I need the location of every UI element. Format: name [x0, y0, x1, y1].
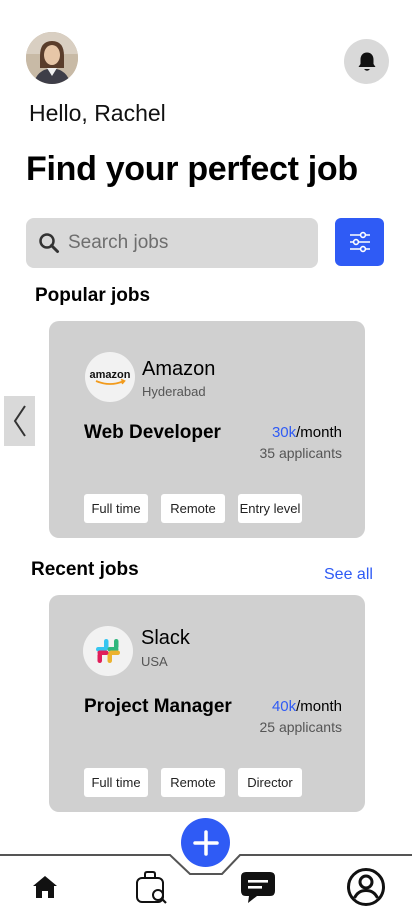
tag-level: Entry level	[238, 494, 302, 523]
salary-period: /month	[296, 424, 342, 441]
avatar[interactable]	[26, 32, 78, 84]
tab-job-search[interactable]	[130, 866, 172, 908]
applicant-count: 35 applicants	[259, 445, 342, 461]
chat-icon	[241, 872, 275, 903]
previous-button[interactable]	[4, 396, 35, 446]
tab-profile[interactable]	[345, 866, 387, 908]
recent-job-card[interactable]: Slack USA Project Manager 40k/month 25 a…	[49, 595, 365, 812]
chevron-left-icon	[13, 405, 26, 437]
company-name: Amazon	[142, 358, 216, 380]
filter-button[interactable]	[335, 218, 384, 266]
salary: 40k/month	[272, 698, 342, 715]
sliders-icon	[349, 231, 370, 253]
tag-job-type: Full time	[84, 768, 148, 797]
job-location: Hyderabad	[142, 384, 206, 399]
job-title: Web Developer	[84, 422, 221, 443]
add-button[interactable]	[181, 818, 230, 867]
see-all-link[interactable]: See all	[324, 566, 373, 584]
job-location: USA	[141, 654, 168, 669]
amazon-logo: amazon	[85, 352, 135, 402]
tag-job-type: Full time	[84, 494, 148, 523]
svg-text:amazon: amazon	[90, 369, 131, 381]
applicant-count: 25 applicants	[259, 719, 342, 735]
job-title: Project Manager	[84, 696, 232, 717]
search-icon	[39, 233, 59, 253]
profile-icon	[347, 868, 385, 906]
popular-jobs-title: Popular jobs	[35, 285, 151, 306]
salary-amount: 40k	[271, 698, 297, 715]
recent-jobs-title: Recent jobs	[31, 559, 139, 580]
tag-work-mode: Remote	[161, 494, 225, 523]
plus-icon	[192, 829, 219, 856]
greeting: Hello, Rachel	[29, 100, 166, 126]
bell-icon	[358, 52, 375, 71]
tab-messages[interactable]	[237, 866, 279, 908]
salary-amount: 30k	[271, 424, 297, 441]
page-title: Find your perfect job	[26, 150, 358, 188]
search-bar[interactable]	[26, 218, 318, 268]
home-icon	[33, 876, 57, 898]
tab-home[interactable]	[24, 866, 66, 908]
salary-period: /month	[296, 698, 342, 715]
notification-button[interactable]	[344, 39, 389, 84]
tag-work-mode: Remote	[161, 768, 225, 797]
search-input[interactable]	[68, 232, 298, 254]
tag-level: Director	[238, 768, 302, 797]
slack-logo	[83, 626, 133, 676]
salary: 30k/month	[272, 424, 342, 441]
popular-job-card[interactable]: amazon Amazon Hyderabad Web Developer 30…	[49, 321, 365, 538]
company-name: Slack	[141, 627, 190, 649]
job-search-icon	[136, 871, 167, 904]
